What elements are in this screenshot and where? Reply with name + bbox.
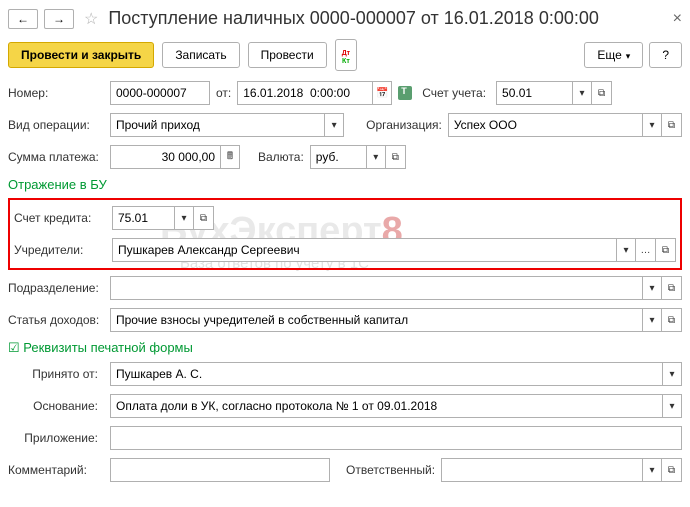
founders-dropdown-icon[interactable]: ▾ [616, 238, 636, 262]
founders-ellipsis-icon[interactable]: … [636, 238, 656, 262]
currency-input[interactable] [310, 145, 366, 169]
basis-label: Основание: [8, 399, 104, 413]
income-dropdown-icon[interactable]: ▾ [642, 308, 662, 332]
number-label: Номер: [8, 86, 104, 100]
from-label: от: [216, 86, 231, 100]
calendar-icon[interactable]: 📅 [372, 81, 392, 105]
close-icon[interactable]: × [673, 10, 682, 28]
back-button[interactable]: ← [8, 9, 38, 29]
op-type-dropdown-icon[interactable]: ▾ [324, 113, 344, 137]
income-popup-icon[interactable]: ⧉ [662, 308, 682, 332]
currency-popup-icon[interactable]: ⧉ [386, 145, 406, 169]
founders-popup-icon[interactable]: ⧉ [656, 238, 676, 262]
org-label: Организация: [366, 118, 442, 132]
responsible-popup-icon[interactable]: ⧉ [662, 458, 682, 482]
responsible-dropdown-icon[interactable]: ▾ [642, 458, 662, 482]
received-from-label: Принято от: [8, 367, 104, 381]
credit-dropdown-icon[interactable]: ▾ [174, 206, 194, 230]
currency-label: Валюта: [258, 150, 304, 164]
more-button[interactable]: Еще▾ [584, 42, 643, 68]
credit-label: Счет кредита: [14, 211, 106, 225]
amount-label: Сумма платежа: [8, 150, 104, 164]
basis-dropdown-icon[interactable]: ▾ [662, 394, 682, 418]
founders-input[interactable] [112, 238, 616, 262]
credit-input[interactable] [112, 206, 174, 230]
post-and-close-button[interactable]: Провести и закрыть [8, 42, 154, 68]
page-title: Поступление наличных 0000-000007 от 16.0… [108, 8, 599, 29]
accounting-section-title: Отражение в БУ [8, 177, 682, 192]
dtdk-button[interactable]: ДтКт [335, 39, 357, 71]
subdiv-input[interactable] [110, 276, 642, 300]
comment-label: Комментарий: [8, 463, 104, 477]
founders-label: Учредители: [14, 243, 106, 257]
op-type-input[interactable] [110, 113, 324, 137]
favorite-star-icon[interactable]: ☆ [84, 9, 98, 29]
amount-input[interactable] [110, 145, 220, 169]
date-input[interactable] [237, 81, 372, 105]
post-button[interactable]: Провести [248, 42, 327, 68]
help-button[interactable]: ? [649, 42, 682, 68]
credit-popup-icon[interactable]: ⧉ [194, 206, 214, 230]
received-from-input[interactable] [110, 362, 662, 386]
received-from-dropdown-icon[interactable]: ▾ [662, 362, 682, 386]
account-t-icon [398, 86, 416, 101]
highlight-box: Счет кредита: ▾ ⧉ Учредители: ▾ … ⧉ [8, 198, 682, 270]
org-popup-icon[interactable]: ⧉ [662, 113, 682, 137]
account-label: Счет учета: [422, 86, 486, 100]
subdiv-label: Подразделение: [8, 281, 104, 295]
number-input[interactable] [110, 81, 210, 105]
subdiv-dropdown-icon[interactable]: ▾ [642, 276, 662, 300]
print-section-title[interactable]: Реквизиты печатной формы [8, 340, 682, 356]
subdiv-popup-icon[interactable]: ⧉ [662, 276, 682, 300]
income-input[interactable] [110, 308, 642, 332]
income-label: Статья доходов: [8, 313, 104, 327]
responsible-input[interactable] [441, 458, 642, 482]
responsible-label: Ответственный: [346, 463, 435, 477]
op-type-label: Вид операции: [8, 118, 104, 132]
basis-input[interactable] [110, 394, 662, 418]
attach-label: Приложение: [8, 431, 104, 445]
save-button[interactable]: Записать [162, 42, 239, 68]
account-input[interactable] [496, 81, 572, 105]
account-popup-icon[interactable]: ⧉ [592, 81, 612, 105]
org-dropdown-icon[interactable]: ▾ [642, 113, 662, 137]
calculator-icon[interactable]: 🖩 [220, 145, 240, 169]
comment-input[interactable] [110, 458, 330, 482]
attach-input[interactable] [110, 426, 682, 450]
org-input[interactable] [448, 113, 642, 137]
account-dropdown-icon[interactable]: ▾ [572, 81, 592, 105]
currency-dropdown-icon[interactable]: ▾ [366, 145, 386, 169]
forward-button[interactable]: → [44, 9, 74, 29]
